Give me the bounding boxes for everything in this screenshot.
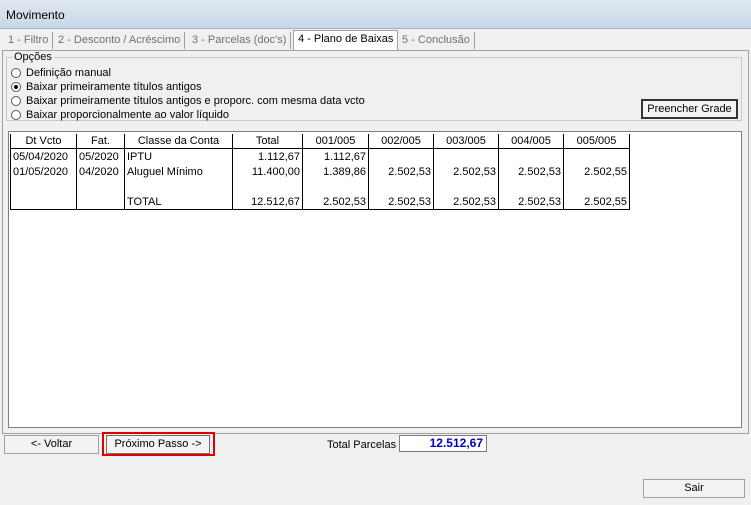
window-titlebar: Movimento — [0, 0, 751, 29]
total-parcelas-value: 12.512,67 — [399, 435, 487, 452]
exit-button[interactable]: Sair — [643, 479, 745, 498]
total-parcelas-label: Total Parcelas — [327, 439, 397, 451]
column-header[interactable]: 004/005 — [498, 134, 564, 149]
column-header[interactable]: 003/005 — [433, 134, 499, 149]
table-cell[interactable]: 05/04/2020 — [10, 148, 77, 164]
radio-label: Baixar primeiramente títulos antigos — [26, 80, 202, 93]
table-cell[interactable] — [368, 148, 434, 164]
radio-unchecked-icon — [11, 95, 21, 106]
table-cell[interactable]: 2.502,53 — [368, 164, 434, 179]
tab-desconto-acrescimo[interactable]: 2 - Desconto / Acréscimo — [54, 32, 186, 49]
radio-unchecked-icon — [11, 67, 21, 78]
column-header[interactable]: 001/005 — [302, 134, 369, 149]
table-total-row[interactable]: TOTAL 12.512,67 2.502,53 2.502,53 2.502,… — [10, 194, 630, 210]
column-header[interactable]: 002/005 — [368, 134, 434, 149]
table-cell[interactable]: 1.112,67 — [302, 148, 369, 164]
fill-grid-button[interactable]: Preencher Grade — [641, 99, 738, 119]
table-cell[interactable]: 01/05/2020 — [10, 164, 77, 179]
table-cell[interactable]: 1.112,67 — [232, 148, 303, 164]
total-label-cell[interactable]: TOTAL — [124, 194, 233, 210]
table-cell[interactable]: 2.502,55 — [563, 194, 630, 210]
table-cell[interactable]: 2.502,53 — [368, 194, 434, 210]
highlight-box — [102, 432, 215, 456]
tab-parcelas[interactable]: 3 - Parcelas (doc's) — [188, 32, 292, 49]
table-cell[interactable]: IPTU — [124, 148, 233, 164]
radio-label: Baixar primeiramente títulos antigos e p… — [26, 94, 365, 107]
table-row[interactable] — [10, 179, 630, 194]
window-title: Movimento — [6, 8, 65, 22]
back-button[interactable]: <- Voltar — [4, 435, 99, 454]
radio-proporcional-liquido[interactable]: Baixar proporcionalmente ao valor líquid… — [11, 108, 229, 121]
table-cell[interactable] — [498, 179, 564, 194]
table-cell[interactable] — [124, 179, 233, 194]
table-cell[interactable]: 2.502,53 — [302, 194, 369, 210]
table-cell[interactable]: 2.502,53 — [498, 194, 564, 210]
radio-label: Definição manual — [26, 66, 111, 79]
installments-grid: Dt Vcto Fat. Classe da Conta Total 001/0… — [10, 134, 630, 210]
table-cell[interactable] — [498, 148, 564, 164]
table-cell[interactable] — [433, 148, 499, 164]
grid-header-row: Dt Vcto Fat. Classe da Conta Total 001/0… — [10, 134, 630, 149]
radio-unchecked-icon — [11, 109, 21, 120]
table-cell[interactable] — [433, 179, 499, 194]
table-cell[interactable]: 1.389,86 — [302, 164, 369, 179]
table-cell[interactable]: 11.400,00 — [232, 164, 303, 179]
table-row[interactable]: 01/05/2020 04/2020 Aluguel Mínimo 11.400… — [10, 164, 630, 179]
column-header[interactable]: Dt Vcto — [10, 134, 77, 149]
table-cell[interactable] — [232, 179, 303, 194]
table-cell[interactable] — [76, 179, 125, 194]
column-header[interactable]: Classe da Conta — [124, 134, 233, 149]
options-group-label: Opções — [12, 51, 54, 63]
table-cell[interactable]: 12.512,67 — [232, 194, 303, 210]
table-cell[interactable] — [563, 179, 630, 194]
column-header[interactable]: Fat. — [76, 134, 125, 149]
table-cell[interactable]: 04/2020 — [76, 164, 125, 179]
radio-checked-icon — [11, 81, 21, 92]
tab-filtro[interactable]: 1 - Filtro — [4, 32, 54, 49]
column-header[interactable]: Total — [232, 134, 303, 149]
column-header[interactable]: 005/005 — [563, 134, 630, 149]
table-cell[interactable]: Aluguel Mínimo — [124, 164, 233, 179]
radio-label: Baixar proporcionalmente ao valor líquid… — [26, 108, 230, 121]
table-cell[interactable]: 2.502,55 — [563, 164, 630, 179]
radio-titulos-antigos-proporc[interactable]: Baixar primeiramente títulos antigos e p… — [11, 94, 365, 107]
table-cell[interactable] — [76, 194, 125, 210]
radio-titulos-antigos[interactable]: Baixar primeiramente títulos antigos — [11, 80, 201, 93]
table-cell[interactable] — [368, 179, 434, 194]
table-cell[interactable] — [302, 179, 369, 194]
table-cell[interactable] — [10, 194, 77, 210]
table-cell[interactable]: 05/2020 — [76, 148, 125, 164]
table-cell[interactable]: 2.502,53 — [498, 164, 564, 179]
table-cell[interactable] — [563, 148, 630, 164]
radio-definicao-manual[interactable]: Definição manual — [11, 66, 111, 79]
table-cell[interactable]: 2.502,53 — [433, 164, 499, 179]
tab-conclusao[interactable]: 5 - Conclusão — [398, 32, 475, 49]
table-cell[interactable]: 2.502,53 — [433, 194, 499, 210]
table-cell[interactable] — [10, 179, 77, 194]
tab-plano-de-baixas[interactable]: 4 - Plano de Baixas — [293, 30, 399, 51]
table-row[interactable]: 05/04/2020 05/2020 IPTU 1.112,67 1.112,6… — [10, 148, 630, 164]
